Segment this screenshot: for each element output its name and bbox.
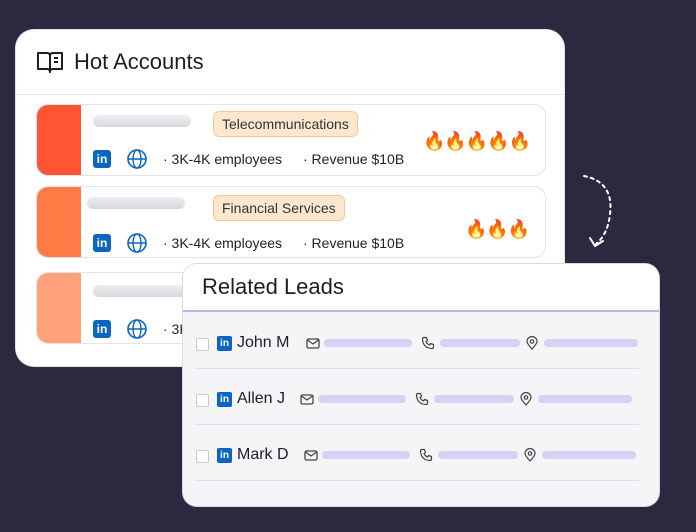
account-name-placeholder: [93, 285, 191, 297]
globe-icon[interactable]: [126, 232, 148, 254]
phone-icon[interactable]: [421, 336, 435, 350]
email-placeholder: [324, 339, 412, 347]
mail-icon[interactable]: [306, 336, 320, 350]
account-name-placeholder: [87, 197, 185, 209]
related-leads-card: Related Leads in John M in Allen J in Ma…: [183, 264, 659, 506]
phone-icon[interactable]: [419, 448, 433, 462]
globe-icon[interactable]: [126, 318, 148, 340]
lead-name: Mark D: [237, 446, 289, 463]
phone-icon[interactable]: [415, 392, 429, 406]
employee-count: · 3K-4K employees: [163, 151, 283, 167]
lead-name: Allen J: [237, 390, 286, 407]
linkedin-icon[interactable]: in: [217, 392, 232, 407]
industry-tag: Telecommunications: [213, 111, 358, 137]
mail-icon[interactable]: [300, 392, 314, 406]
account-row[interactable]: Financial Services in · 3K-4K employees …: [36, 186, 546, 258]
hot-accounts-title: Hot Accounts: [74, 49, 204, 74]
linkedin-icon[interactable]: in: [93, 234, 111, 252]
account-row[interactable]: Telecommunications in · 3K-4K employees …: [36, 104, 546, 176]
location-icon[interactable]: [519, 392, 533, 406]
location-placeholder: [544, 339, 638, 347]
lead-row[interactable]: in John M: [195, 324, 639, 369]
email-placeholder: [318, 395, 406, 403]
email-placeholder: [322, 451, 410, 459]
lead-name: John M: [237, 334, 290, 351]
hot-accounts-header: Hot Accounts: [16, 30, 564, 95]
linkedin-icon[interactable]: in: [217, 448, 232, 463]
employee-count: · 3K-4K employees: [163, 235, 283, 251]
lead-checkbox[interactable]: [196, 338, 209, 351]
location-icon[interactable]: [525, 336, 539, 350]
location-placeholder: [542, 451, 636, 459]
related-leads-title: Related Leads: [202, 274, 344, 299]
revenue: · Revenue $10B: [303, 151, 405, 167]
lead-row[interactable]: in Mark D: [195, 436, 639, 481]
book-icon: [37, 52, 63, 73]
account-accent-bar: [37, 187, 81, 257]
linkedin-icon[interactable]: in: [93, 320, 111, 338]
phone-placeholder: [440, 339, 520, 347]
account-accent-bar: [37, 273, 81, 343]
lead-row[interactable]: in Allen J: [195, 380, 639, 425]
phone-placeholder: [438, 451, 518, 459]
location-placeholder: [538, 395, 632, 403]
linkedin-icon[interactable]: in: [93, 150, 111, 168]
related-leads-header: Related Leads: [183, 264, 659, 312]
mail-icon[interactable]: [304, 448, 318, 462]
account-name-placeholder: [93, 115, 191, 127]
fire-icon: 🔥🔥🔥: [465, 219, 530, 239]
curved-arrow-icon: [583, 175, 612, 247]
account-accent-bar: [37, 105, 81, 175]
location-icon[interactable]: [523, 448, 537, 462]
lead-checkbox[interactable]: [196, 450, 209, 463]
linkedin-icon[interactable]: in: [217, 336, 232, 351]
fire-icon: 🔥🔥🔥🔥🔥: [423, 131, 531, 151]
industry-tag: Financial Services: [213, 195, 345, 221]
lead-checkbox[interactable]: [196, 394, 209, 407]
phone-placeholder: [434, 395, 514, 403]
revenue: · Revenue $10B: [303, 235, 405, 251]
globe-icon[interactable]: [126, 148, 148, 170]
